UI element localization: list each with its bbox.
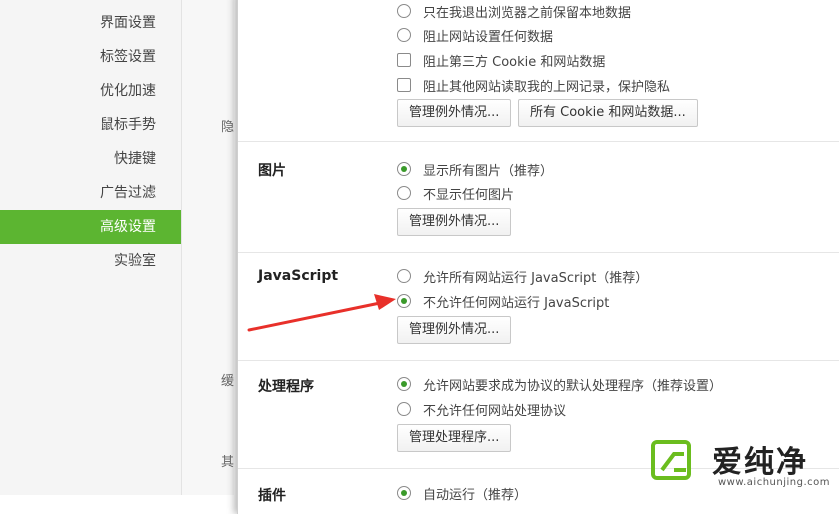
- logo-text: 爱纯净: [712, 445, 808, 480]
- watermark-logo: 爱纯净 www.aichunjing.com: [648, 436, 833, 492]
- logo-check-icon: [660, 452, 686, 472]
- logo-url: www.aichunjing.com: [718, 477, 830, 488]
- annotation-arrow-icon: [247, 294, 396, 332]
